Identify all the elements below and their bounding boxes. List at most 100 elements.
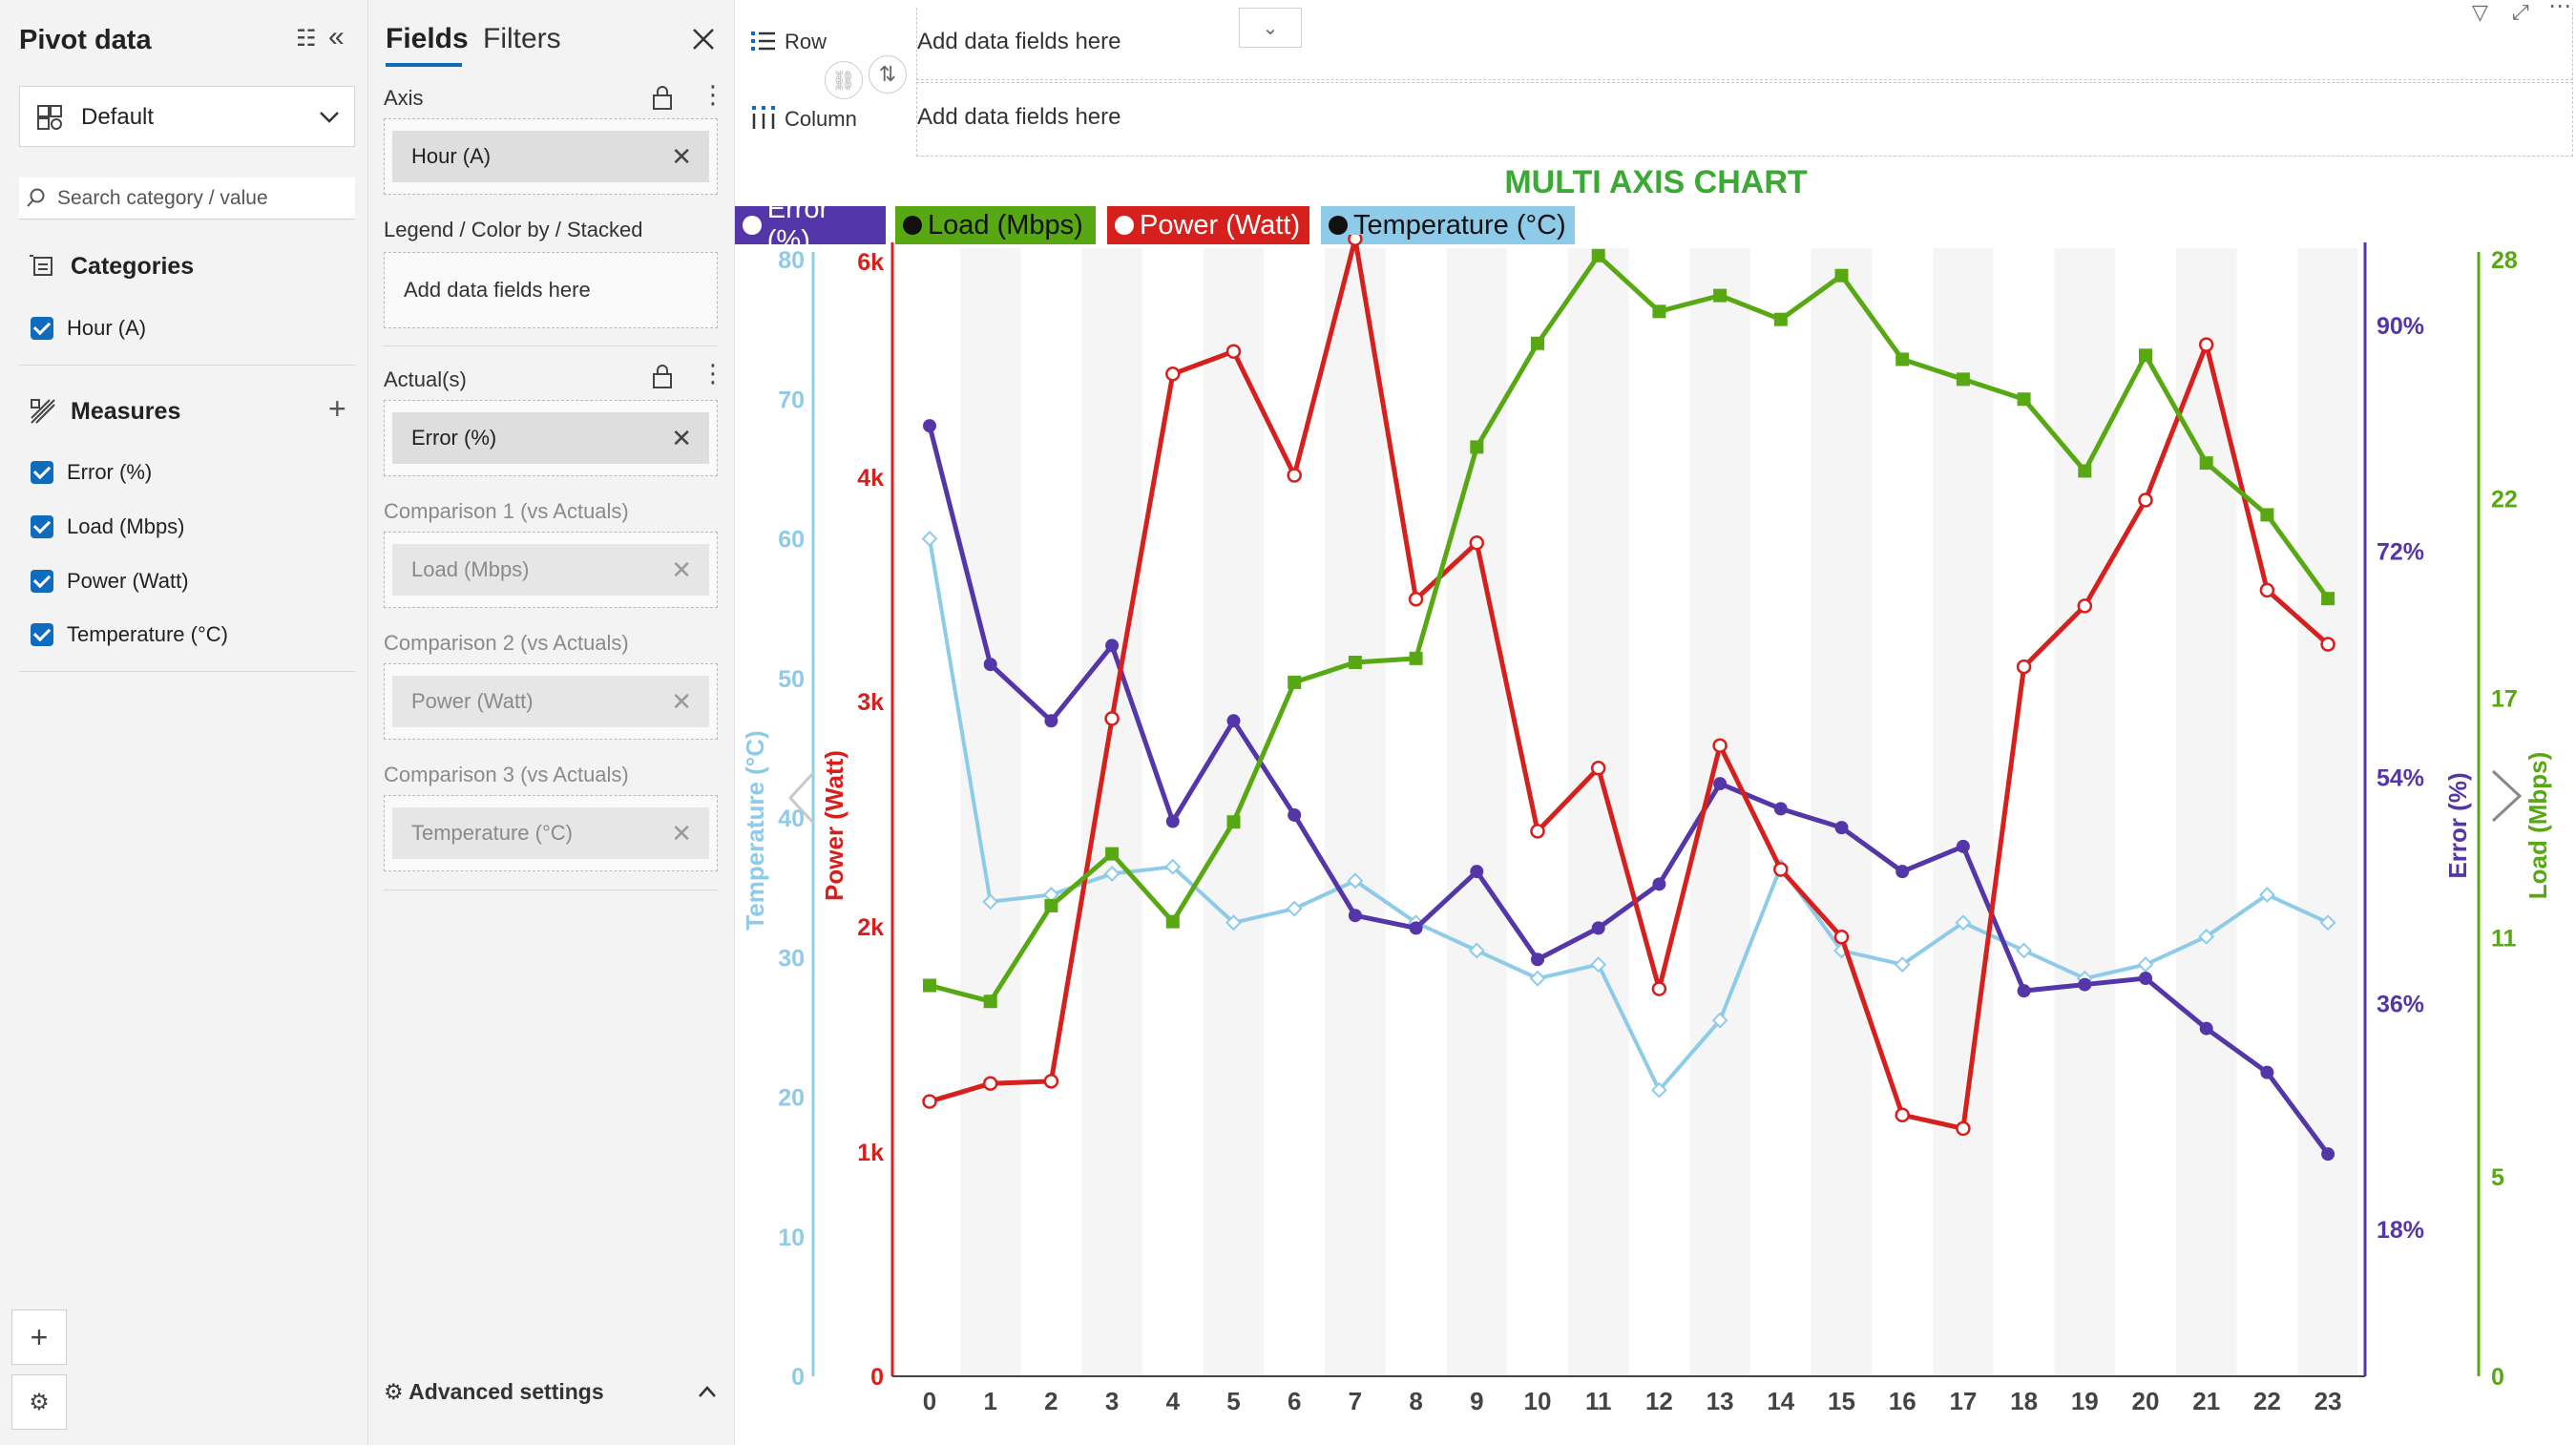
tab-fields[interactable]: Fields	[386, 23, 469, 55]
link-icon[interactable]: ⛓	[825, 61, 863, 99]
x-tick-label: 14	[1767, 1387, 1794, 1415]
add-button[interactable]: +	[11, 1309, 67, 1365]
legend-marker	[1329, 216, 1348, 235]
add-measure-icon[interactable]: +	[328, 391, 346, 427]
error-point	[1713, 777, 1728, 791]
temperature-tick-label: 50	[778, 666, 805, 693]
remove-icon[interactable]: ✕	[671, 424, 692, 453]
error-point	[1409, 921, 1423, 935]
error-point	[2017, 984, 2031, 998]
remove-icon[interactable]: ✕	[671, 142, 692, 172]
power-point	[2138, 492, 2153, 508]
x-tick-label: 15	[1828, 1387, 1855, 1415]
remove-icon[interactable]: ✕	[671, 687, 692, 717]
legend-label: Legend / Color by / Stacked	[384, 218, 643, 241]
axis-well[interactable]: Hour (A) ✕	[384, 118, 718, 195]
search-input[interactable]: Search category / value	[19, 178, 355, 220]
column-label: Column	[785, 107, 857, 131]
load-point	[2199, 456, 2213, 471]
error-tick-label: 36%	[2377, 991, 2424, 1017]
legend-marker	[1115, 216, 1134, 235]
active-tab-indicator	[386, 63, 462, 67]
measure-checkbox-load[interactable]: Load (Mbps)	[31, 511, 185, 543]
load-point	[2139, 348, 2152, 363]
error-tick-label: 72%	[2377, 539, 2424, 566]
measure-checkbox-error[interactable]: Error (%)	[31, 456, 152, 489]
row-label: Row	[785, 30, 827, 53]
remove-icon[interactable]: ✕	[671, 555, 692, 585]
comparison-1-chip[interactable]: Load (Mbps) ✕	[392, 544, 709, 596]
lock-icon[interactable]	[651, 363, 674, 389]
comparison-3-chip[interactable]: Temperature (°C) ✕	[392, 807, 709, 859]
actuals-field-chip[interactable]: Error (%) ✕	[392, 412, 709, 464]
grid-band	[2297, 248, 2358, 1376]
checkbox-checked-icon	[31, 317, 53, 340]
actuals-label: Actual(s)	[384, 367, 467, 391]
expand-dropzones-button[interactable]: ⌄	[1239, 8, 1302, 48]
axis-field-chip[interactable]: Hour (A) ✕	[392, 131, 709, 182]
comparison-3-label: Comparison 3 (vs Actuals)	[384, 763, 629, 786]
x-tick-label: 8	[1409, 1387, 1422, 1415]
column-dropzone[interactable]: Add data fields here	[916, 82, 2573, 157]
chart-settings-button[interactable]: ⚙	[11, 1374, 67, 1430]
row-dropzone[interactable]: Add data fields here	[916, 8, 2573, 80]
grid-band	[1811, 248, 1873, 1376]
checkbox-checked-icon	[31, 461, 53, 484]
more-icon[interactable]: ⋯	[2548, 0, 2571, 20]
comparison-1-well[interactable]: Load (Mbps) ✕	[384, 532, 718, 608]
dataset-icon	[37, 105, 62, 130]
error-point	[1652, 877, 1666, 891]
comparison-2-chip[interactable]: Power (Watt) ✕	[392, 676, 709, 727]
remove-icon[interactable]: ✕	[671, 819, 692, 848]
power-point	[1651, 981, 1667, 996]
power-point	[1225, 344, 1242, 359]
power-tick-label: 4k	[857, 465, 884, 492]
power-point	[922, 1094, 937, 1109]
measure-checkbox-power[interactable]: Power (Watt)	[31, 565, 189, 597]
close-icon[interactable]	[691, 27, 716, 52]
column-icon	[752, 106, 775, 129]
error-point	[2078, 977, 2092, 992]
filter-icon[interactable]: ▽	[2472, 0, 2488, 25]
measure-label: Power (Watt)	[67, 569, 189, 593]
collapse-panel-icon[interactable]: «	[328, 21, 345, 53]
load-point	[1834, 268, 1849, 283]
multi-axis-chart: 0102030405060708001k2k3k4k6k18%36%54%72%…	[741, 235, 2552, 1415]
actuals-well[interactable]: Error (%) ✕	[384, 400, 718, 476]
swap-icon[interactable]: ⇅	[869, 55, 907, 94]
checkbox-checked-icon	[31, 623, 53, 646]
chip-label: Error (%)	[411, 426, 497, 450]
more-options-icon[interactable]: ⋮	[701, 359, 725, 388]
error-point	[983, 658, 997, 672]
measure-checkbox-temperature[interactable]: Temperature (°C)	[31, 618, 228, 651]
x-tick-label: 3	[1105, 1387, 1119, 1415]
error-tick-label: 18%	[2377, 1217, 2424, 1244]
x-tick-label: 7	[1349, 1387, 1362, 1415]
temperature-tick-label: 60	[778, 527, 805, 554]
x-tick-label: 22	[2253, 1387, 2281, 1415]
next-arrow-icon[interactable]	[2491, 769, 2523, 823]
comparison-2-well[interactable]: Power (Watt) ✕	[384, 663, 718, 740]
temperature-point	[1529, 970, 1546, 987]
advanced-settings-toggle[interactable]: ⚙ Advanced settings	[384, 1374, 718, 1409]
load-point	[1652, 304, 1666, 319]
lock-icon[interactable]	[651, 84, 674, 111]
measure-label: Error (%)	[67, 460, 153, 484]
divider	[19, 671, 355, 672]
x-tick-label: 0	[923, 1387, 936, 1415]
error-point	[1105, 639, 1120, 653]
comparison-3-well[interactable]: Temperature (°C) ✕	[384, 795, 718, 871]
category-checkbox-hour[interactable]: Hour (A)	[31, 312, 146, 345]
settings-sliders-icon[interactable]: ☷	[296, 25, 317, 52]
temperature-axis-title: Temperature (°C)	[741, 730, 769, 930]
temperature-tick-label: 20	[778, 1085, 805, 1112]
legend-well[interactable]: Add data fields here	[384, 252, 718, 328]
expand-icon[interactable]: ⤢	[2512, 0, 2529, 25]
grid-band	[1689, 248, 1750, 1376]
categories-icon	[30, 255, 52, 276]
tab-filters[interactable]: Filters	[483, 23, 561, 55]
more-options-icon[interactable]: ⋮	[701, 80, 725, 110]
power-point	[982, 1076, 998, 1091]
measures-icon	[31, 399, 55, 424]
dataset-select[interactable]: Default	[19, 86, 355, 147]
